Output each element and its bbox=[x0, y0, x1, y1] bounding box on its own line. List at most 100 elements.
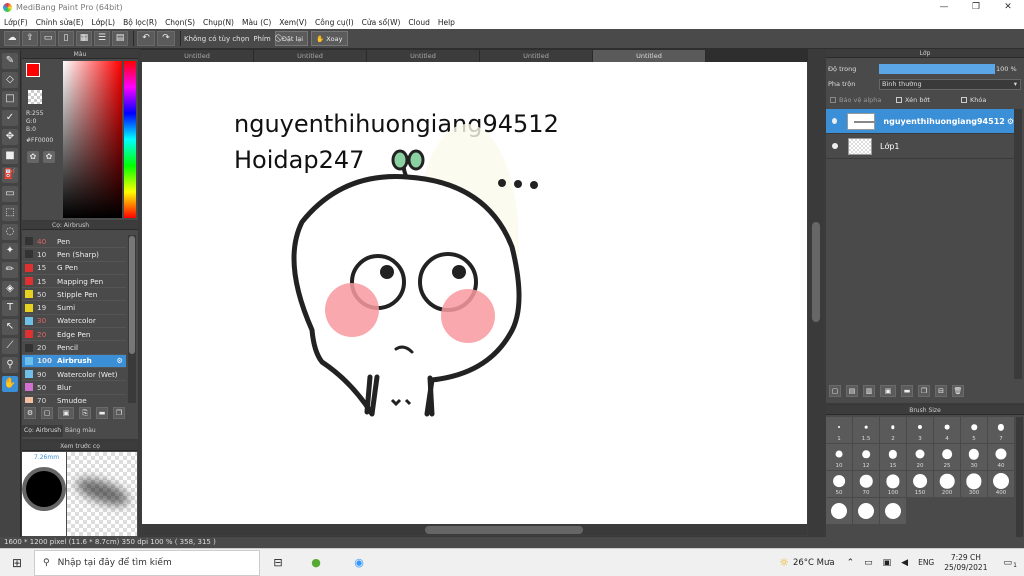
menu-item-filter[interactable]: Bộ lọc(R) bbox=[123, 18, 157, 27]
bucket-tool-icon[interactable]: ⛽ bbox=[2, 167, 18, 183]
background-color-swatch[interactable] bbox=[28, 90, 42, 104]
eraser-tool-icon[interactable]: ◇ bbox=[2, 72, 18, 88]
tab-untitled-3[interactable]: Untitled bbox=[367, 50, 480, 62]
divide-tool-icon[interactable]: ⟋ bbox=[2, 338, 18, 354]
brush-size-cell[interactable]: 7 bbox=[988, 417, 1014, 443]
duplicate-brush-icon[interactable]: ❐ bbox=[113, 407, 125, 419]
merge-layer-icon[interactable]: ⊟ bbox=[935, 385, 947, 397]
new-8bit-layer-icon[interactable]: ▥ bbox=[863, 385, 875, 397]
menu-item-select[interactable]: Chọn(S) bbox=[165, 18, 195, 27]
brush-settings-icon[interactable]: ⚙ bbox=[24, 407, 36, 419]
select-tool-icon[interactable]: ⬚ bbox=[2, 205, 18, 221]
drawing-canvas[interactable]: nguyenthihuongiang94512 Hoidap247 bbox=[142, 62, 807, 524]
menu-item-layer[interactable]: Lớp(L) bbox=[92, 18, 116, 27]
menu-item-color[interactable]: Màu (C) bbox=[242, 18, 271, 27]
brush-size-cell[interactable]: 300 bbox=[961, 471, 987, 497]
brush-size-cell[interactable]: 12 bbox=[853, 444, 879, 470]
fill-rect-tool-icon[interactable]: ■ bbox=[2, 148, 18, 164]
share-icon[interactable]: ⇪ bbox=[22, 31, 38, 46]
brush-size-cell[interactable]: 40 bbox=[988, 444, 1014, 470]
menu-item-view[interactable]: Xem(V) bbox=[279, 18, 307, 27]
layer-row[interactable]: nguyenthihuongiang94512 ⚙ bbox=[826, 109, 1014, 134]
brush-size-cell[interactable]: 400 bbox=[988, 471, 1014, 497]
brush-list-item[interactable]: 15 Mapping Pen bbox=[22, 275, 126, 289]
close-button[interactable]: ✕ bbox=[992, 0, 1024, 15]
menu-item-help[interactable]: Help bbox=[438, 18, 455, 27]
palette-icon[interactable]: ✿ bbox=[27, 151, 39, 163]
vertical-scroll-thumb[interactable] bbox=[812, 222, 820, 322]
brush-size-cell[interactable]: 1.5 bbox=[853, 417, 879, 443]
notification-icon[interactable]: ▭ 1 bbox=[1003, 558, 1017, 569]
eye-icon[interactable] bbox=[832, 143, 838, 149]
layer-row[interactable]: Lớp1 bbox=[826, 134, 1014, 159]
brush-list-item[interactable]: 19 Sumi bbox=[22, 301, 126, 315]
brush-tool-icon[interactable]: ✎ bbox=[2, 53, 18, 69]
layer-list-scrollbar[interactable] bbox=[1014, 109, 1022, 379]
taskbar-search-box[interactable]: ⚲ Nhập tại đây để tìm kiếm bbox=[34, 549, 260, 576]
new-halftone-layer-icon[interactable]: ▤ bbox=[846, 385, 858, 397]
brush-list-item[interactable]: 10 Pen (Sharp) bbox=[22, 248, 126, 262]
hand-tool-icon[interactable]: ✋ bbox=[2, 376, 18, 392]
menu-item-file[interactable]: Lớp(F) bbox=[4, 18, 28, 27]
gear-icon[interactable]: ⚙ bbox=[117, 356, 123, 365]
select-eraser-tool-icon[interactable]: ◈ bbox=[2, 281, 18, 297]
magic-wand-tool-icon[interactable]: ✦ bbox=[2, 243, 18, 259]
rotate-button[interactable]: ✋ Xoay bbox=[311, 31, 348, 46]
tablet-icon[interactable]: ▯ bbox=[58, 31, 74, 46]
brush-scroll-thumb[interactable] bbox=[129, 236, 135, 354]
menu-item-tools[interactable]: Công cụ(I) bbox=[315, 18, 354, 27]
brush-size-cell[interactable]: 50 bbox=[826, 471, 852, 497]
eye-icon[interactable] bbox=[832, 118, 837, 124]
brush-list-item[interactable]: 50 Blur bbox=[22, 381, 126, 395]
saturation-value-picker[interactable] bbox=[63, 61, 122, 218]
network-icon[interactable]: ▣ bbox=[883, 558, 892, 568]
brush-size-cell[interactable]: 3 bbox=[907, 417, 933, 443]
trash-icon[interactable]: 🗑 bbox=[952, 385, 964, 397]
canvas-horizontal-scrollbar[interactable] bbox=[142, 524, 807, 535]
brush-size-cell[interactable] bbox=[826, 498, 852, 524]
brush-size-cell[interactable]: 70 bbox=[853, 471, 879, 497]
brush-size-cell[interactable]: 30 bbox=[961, 444, 987, 470]
cloud-icon[interactable]: ☁ bbox=[4, 31, 20, 46]
page-icon[interactable]: ▤ bbox=[112, 31, 128, 46]
windows-start-icon[interactable]: ⊞ bbox=[0, 556, 34, 570]
tab-untitled-5[interactable]: Untitled bbox=[593, 50, 706, 62]
text-tool-icon[interactable]: T bbox=[2, 300, 18, 316]
canvas-vertical-scrollbar[interactable] bbox=[808, 62, 824, 536]
hue-slider[interactable] bbox=[124, 61, 136, 218]
brush-size-cell[interactable]: 100 bbox=[880, 471, 906, 497]
eyedropper-tool-icon[interactable]: ⚲ bbox=[2, 357, 18, 373]
brush-size-cell[interactable]: 20 bbox=[907, 444, 933, 470]
language-indicator[interactable]: ENG bbox=[918, 558, 934, 567]
folder-icon[interactable]: ▬ bbox=[901, 385, 913, 397]
brush-list-item[interactable]: 70 Smudge bbox=[22, 395, 126, 403]
brush-size-cell[interactable]: 5 bbox=[961, 417, 987, 443]
clock[interactable]: 7:29 CH 25/09/2021 bbox=[944, 553, 987, 573]
color-picker-icon[interactable]: ✿ bbox=[43, 151, 55, 163]
brush-size-cell[interactable]: 4 bbox=[934, 417, 960, 443]
volume-icon[interactable]: ◀ bbox=[901, 558, 908, 568]
brush-size-cell[interactable]: 1 bbox=[826, 417, 852, 443]
brush-size-cell[interactable]: 25 bbox=[934, 444, 960, 470]
select-pen-tool-icon[interactable]: ✏ bbox=[2, 262, 18, 278]
lock-checkbox[interactable] bbox=[961, 97, 967, 103]
medibang-taskbar-icon[interactable]: ◉ bbox=[336, 556, 382, 569]
minimize-button[interactable]: — bbox=[928, 0, 960, 15]
redo-icon[interactable]: ↷ bbox=[157, 31, 175, 46]
dot-tool-icon[interactable]: ✓ bbox=[2, 110, 18, 126]
gear-icon[interactable]: ⚙ bbox=[1007, 117, 1014, 126]
brush-size-cell[interactable]: 15 bbox=[880, 444, 906, 470]
horizontal-scroll-thumb[interactable] bbox=[425, 526, 583, 534]
brush-size-cell[interactable]: 2 bbox=[880, 417, 906, 443]
foreground-color-swatch[interactable] bbox=[26, 63, 40, 77]
new-layer-icon[interactable]: ▢ bbox=[829, 385, 841, 397]
battery-icon[interactable]: ▭ bbox=[864, 558, 873, 568]
move-tool-icon[interactable]: ✥ bbox=[2, 129, 18, 145]
brush-list-item[interactable]: 40 Pen bbox=[22, 235, 126, 249]
menu-item-cloud[interactable]: Cloud bbox=[408, 18, 429, 27]
menu-item-edit[interactable]: Chỉnh sửa(E) bbox=[36, 18, 84, 27]
brush-list-item[interactable]: 50 Stipple Pen bbox=[22, 288, 126, 302]
tab-untitled-1[interactable]: Untitled bbox=[141, 50, 254, 62]
weather-text[interactable]: 26°C Mưa bbox=[793, 558, 835, 568]
list-icon[interactable]: ☰ bbox=[94, 31, 110, 46]
